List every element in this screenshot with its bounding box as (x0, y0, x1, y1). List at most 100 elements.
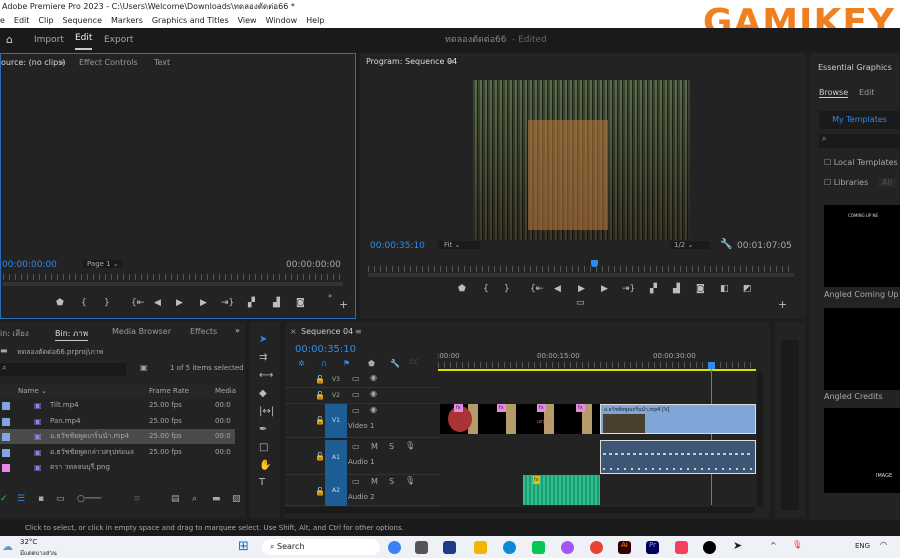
home-icon[interactable]: ⌂ (6, 28, 13, 52)
label-color[interactable] (2, 417, 10, 426)
tab-bin-audio[interactable]: in: เสียง (0, 327, 29, 340)
writable-icon[interactable]: ✓ (0, 494, 8, 504)
weather-temp[interactable]: 32°C (20, 538, 37, 546)
pen-icon[interactable]: ✒ (259, 424, 267, 435)
mark-in-icon[interactable]: { (483, 284, 489, 294)
add-button-icon[interactable]: + (339, 298, 348, 311)
razor-icon[interactable]: ◆ (259, 388, 267, 399)
captions-icon[interactable]: CC (410, 359, 418, 366)
chrome-icon[interactable] (590, 541, 603, 554)
menu-sequence[interactable]: Sequence (63, 16, 102, 25)
fit-select[interactable]: Fit ⌄ (438, 241, 480, 249)
step-forward-icon[interactable]: ▶ (200, 298, 207, 308)
taskbar-search[interactable]: ⌕ Search (262, 539, 380, 555)
new-item-icon[interactable]: ▨ (232, 494, 241, 504)
sync-lock-icon[interactable]: ▭ (352, 374, 360, 383)
go-to-in-icon[interactable]: {⇤ (131, 298, 144, 308)
file-row[interactable]: ▣ อ.ธวัชชัยพูดกล่าวสรุปท่อนจ 25.00 fps 0… (0, 445, 235, 460)
edge-icon[interactable] (503, 541, 516, 554)
lock-icon[interactable]: 🔓 (315, 391, 325, 400)
track-target[interactable]: V2 (332, 392, 340, 399)
go-to-out-icon[interactable]: ⇥} (622, 284, 635, 294)
insert-icon[interactable]: ▞ (248, 298, 255, 308)
mute-icon[interactable]: M (371, 477, 378, 486)
lock-icon[interactable]: 🔓 (315, 487, 325, 496)
mute-icon[interactable]: M (371, 442, 378, 451)
track-select-icon[interactable]: ⇉ (259, 352, 267, 363)
step-back-icon[interactable]: ◀ (154, 298, 161, 308)
sync-lock-icon[interactable]: ▭ (352, 477, 360, 486)
explorer-icon[interactable] (474, 541, 487, 554)
line-icon[interactable] (532, 541, 545, 554)
page-select[interactable]: Page 1 ⌄ (83, 260, 123, 268)
settings-icon[interactable]: 🔧 (390, 359, 400, 368)
tab-effect-controls[interactable]: Effect Controls (79, 58, 138, 67)
lock-icon[interactable]: 🔓 (315, 452, 325, 461)
track-target[interactable]: A1 (325, 440, 347, 475)
tab-import[interactable]: Import (34, 28, 64, 52)
file-row[interactable]: ▣ Pan.mp4 25.00 fps 00:0 (0, 414, 235, 429)
template-thumbnail[interactable]: COMING UP NE (824, 205, 900, 287)
work-area-bar[interactable] (438, 369, 756, 371)
column-name[interactable]: Name ⌄ (18, 384, 47, 398)
my-templates-button[interactable]: My Templates (819, 111, 900, 129)
camera-icon[interactable]: ◙ (696, 284, 705, 294)
chevron-up-icon[interactable]: ^ (770, 541, 777, 550)
program-playhead[interactable] (590, 260, 598, 267)
add-button-icon[interactable]: + (778, 298, 787, 311)
libraries-select[interactable]: All (878, 178, 896, 187)
track-target[interactable]: V3 (332, 376, 340, 383)
lock-icon[interactable]: 🔓 (315, 375, 325, 384)
automate-icon[interactable]: ▤ (171, 494, 180, 504)
more-panels-icon[interactable]: » (235, 326, 240, 335)
tab-bin-image[interactable]: Bin: ภาพ (55, 327, 89, 341)
label-color[interactable] (2, 433, 10, 441)
store-icon[interactable] (443, 541, 456, 554)
audio-clip-a2[interactable]: fx (523, 475, 600, 505)
linked-selection-icon[interactable]: ⚑ (343, 359, 350, 368)
label-color[interactable] (2, 448, 10, 457)
track-target[interactable]: V1 (325, 404, 347, 438)
safe-margins-icon[interactable]: ▭ (576, 298, 585, 308)
label-color[interactable] (2, 464, 10, 472)
microphone-icon[interactable]: 🎙 (792, 540, 802, 549)
bing-icon[interactable] (388, 541, 401, 554)
template-thumbnail[interactable]: IMAGE (824, 408, 900, 493)
menu-file[interactable]: e (0, 16, 5, 25)
track-target[interactable]: A2 (325, 475, 347, 506)
wrench-icon[interactable]: 🔧 (720, 239, 732, 250)
marker-icon[interactable]: ⬟ (368, 359, 375, 368)
sync-lock-icon[interactable]: ▭ (352, 390, 360, 399)
proxy-icon[interactable]: ◩ (743, 284, 752, 294)
menu-clip[interactable]: Clip (38, 16, 53, 25)
eye-icon[interactable]: ◉ (370, 373, 377, 382)
sync-lock-icon[interactable]: ▭ (352, 442, 360, 451)
microphone-icon[interactable]: 🎙 (405, 441, 415, 450)
type-tool-icon[interactable]: T (259, 477, 265, 488)
file-row[interactable]: ▣ อ.ธวัชชัยพูดเกริ่นนำ.mp4 25.00 fps 00:… (0, 429, 235, 444)
program-ruler[interactable] (368, 266, 794, 272)
label-color[interactable] (2, 402, 10, 410)
selection-tool-icon[interactable]: ➤ (259, 334, 267, 345)
menu-help[interactable]: Help (306, 16, 324, 25)
lock-icon[interactable]: 🔓 (315, 416, 325, 425)
local-templates-checkbox[interactable]: ☐ Local Templates Fo (824, 158, 900, 167)
column-media[interactable]: Media (215, 384, 236, 398)
rectangle-icon[interactable]: □ (259, 442, 268, 453)
compare-icon[interactable]: ◧ (720, 284, 729, 294)
video-clip-titles[interactable]: fx fx fx fx เสวนา (440, 404, 600, 434)
menu-icon[interactable]: ≡ (447, 57, 454, 66)
menu-markers[interactable]: Markers (111, 16, 143, 25)
video-clip-main[interactable]: อ.ธวัชชัยพูดเกริ่นนำ.mp4 [V] (600, 404, 756, 434)
premiere-icon[interactable]: Pr (646, 541, 659, 554)
file-row[interactable]: ▣ ตรา วทลจนบุรี.png (0, 460, 235, 475)
eye-icon[interactable]: ◉ (370, 389, 377, 398)
step-forward-icon[interactable]: ▶ (601, 284, 608, 294)
eg-search-input[interactable]: ⌕ (819, 134, 900, 148)
source-scrollbar[interactable] (3, 282, 343, 286)
menu-view[interactable]: View (238, 16, 257, 25)
timeline-timecode[interactable]: 00:00:35:10 (295, 344, 356, 355)
overwrite-icon[interactable]: ▟ (273, 298, 280, 308)
go-to-out-icon[interactable]: ⇥} (221, 298, 234, 308)
tiktok-icon[interactable] (703, 541, 716, 554)
